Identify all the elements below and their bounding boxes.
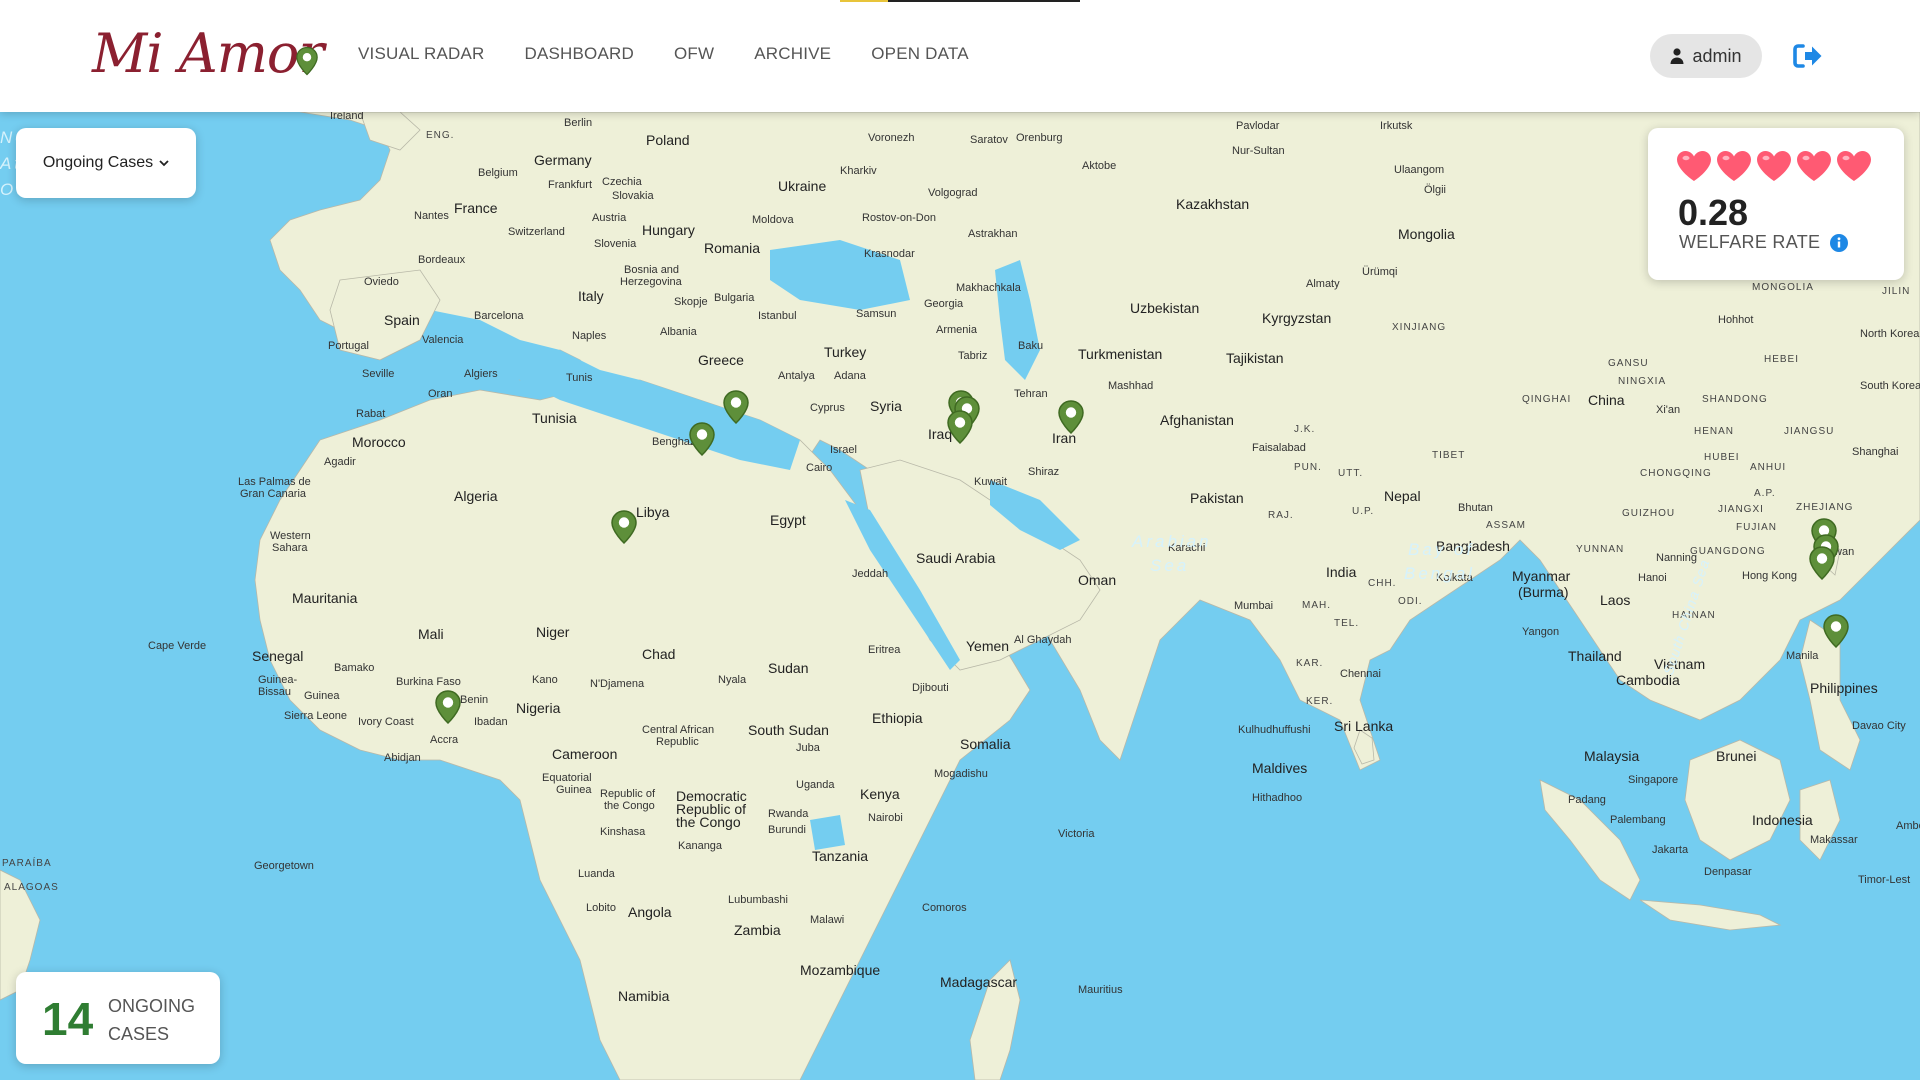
case-filter-label: Ongoing Cases	[42, 154, 154, 171]
nav-open-data[interactable]: OPEN DATA	[871, 44, 969, 64]
case-marker-pin-icon[interactable]	[1823, 614, 1849, 648]
heart-icon	[1797, 151, 1831, 181]
sign-out-icon[interactable]	[1793, 43, 1823, 69]
case-marker-pin-icon[interactable]	[435, 690, 461, 724]
case-marker-pin-icon[interactable]	[1058, 400, 1084, 434]
user-name: admin	[1692, 45, 1742, 66]
brand-logo-text: Mi Amor	[92, 22, 324, 85]
case-marker-pin-icon[interactable]	[723, 390, 749, 424]
brand-logo[interactable]: Mi Amor	[92, 16, 324, 96]
welfare-rate-label: WELFARE RATE	[1679, 232, 1821, 252]
case-marker-pin-icon[interactable]	[1809, 546, 1835, 580]
nav-dashboard[interactable]: DASHBOARD	[524, 44, 634, 64]
chevron-down-icon	[159, 160, 169, 167]
info-circle-icon[interactable]	[1830, 233, 1849, 252]
heart-icon	[1717, 151, 1751, 181]
map-pin-icon	[296, 46, 318, 76]
nav-ofw[interactable]: OFW	[674, 44, 714, 64]
case-markers-layer	[0, 112, 1920, 1080]
main-nav: VISUAL RADAR DASHBOARD OFW ARCHIVE OPEN …	[358, 44, 1009, 64]
welfare-hearts	[1676, 150, 1872, 182]
ongoing-cases-count: 14	[42, 993, 94, 1045]
case-marker-pin-icon[interactable]	[947, 410, 973, 444]
ongoing-cases-label: ONGOING CASES	[108, 992, 195, 1048]
top-navbar: Mi Amor VISUAL RADAR DASHBOARD OFW ARCHI…	[0, 0, 1920, 112]
user-menu-button[interactable]: admin	[1650, 34, 1762, 78]
heart-icon	[1837, 151, 1871, 181]
case-marker-pin-icon[interactable]	[611, 510, 637, 544]
nav-archive[interactable]: ARCHIVE	[754, 44, 831, 64]
active-tab-indicator	[840, 0, 1080, 2]
welfare-rate-value: 0.28	[1678, 192, 1749, 233]
ongoing-cases-label-line2: CASES	[108, 1024, 170, 1044]
user-icon	[1670, 48, 1684, 64]
ongoing-cases-label-line1: ONGOING	[108, 996, 196, 1016]
welfare-rate-card: 0.28 WELFARE RATE	[1648, 128, 1904, 280]
heart-icon	[1677, 151, 1711, 181]
heart-icon	[1757, 151, 1791, 181]
welfare-rate-label-row: WELFARE RATE	[1679, 232, 1849, 253]
ongoing-cases-card: 14 ONGOING CASES	[16, 972, 220, 1064]
nav-visual-radar[interactable]: VISUAL RADAR	[358, 44, 484, 64]
case-marker-pin-icon[interactable]	[689, 422, 715, 456]
case-filter-dropdown[interactable]: Ongoing Cases	[16, 128, 196, 198]
world-map[interactable]: Ireland ENG. Berlin Poland Voronezh Saratov Or…	[0, 112, 1920, 1080]
